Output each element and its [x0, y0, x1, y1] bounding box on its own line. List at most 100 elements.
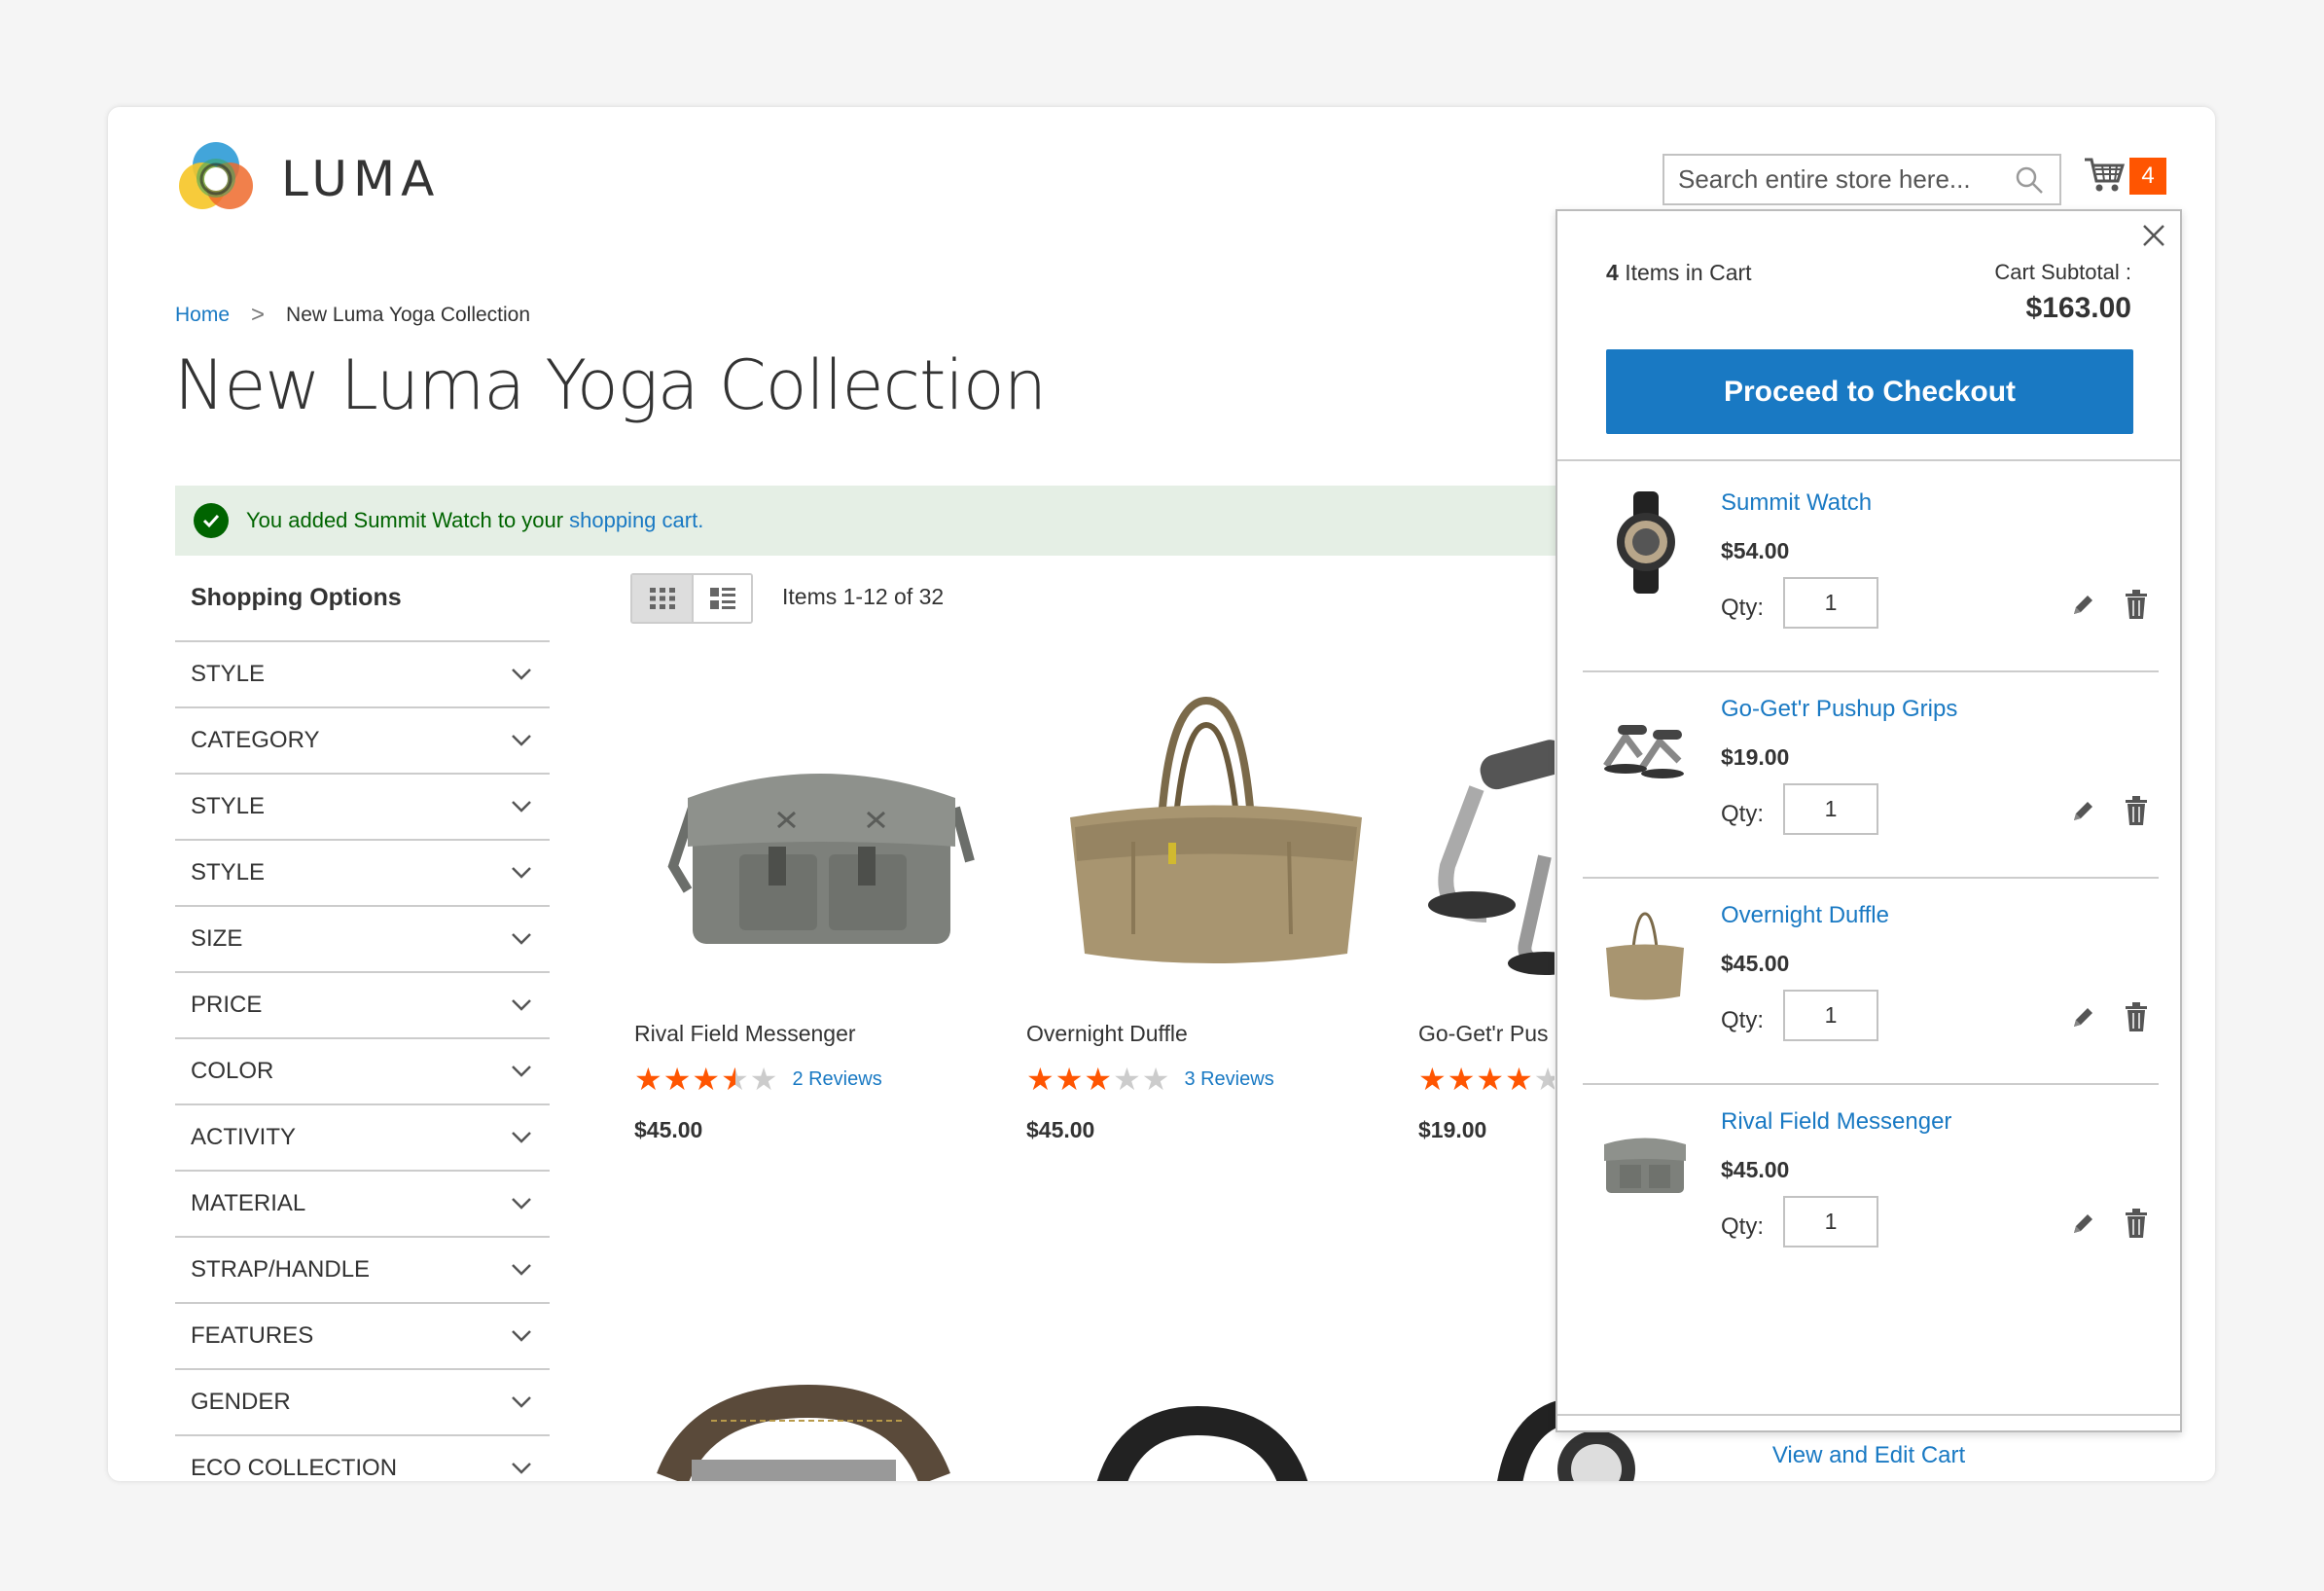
filter-activity[interactable]: ACTIVITY: [175, 1103, 550, 1170]
filter-style[interactable]: STYLE: [175, 640, 550, 706]
shopping-cart-link[interactable]: shopping cart.: [569, 508, 703, 533]
filter-label: SIZE: [191, 925, 243, 952]
filter-label: STRAP/HANDLE: [191, 1256, 371, 1283]
subtotal-value: $163.00: [2025, 292, 2131, 324]
trash-icon[interactable]: [2124, 795, 2149, 826]
chevron-down-icon: [512, 1132, 531, 1143]
message-text: You added Summit Watch to your: [246, 508, 564, 532]
filter-style[interactable]: STYLE: [175, 839, 550, 905]
qty-label: Qty:: [1721, 801, 1765, 827]
minicart-item: Rival Field Messenger $45.00 Qty:: [1583, 1083, 2159, 1291]
filter-category[interactable]: CATEGORY: [175, 706, 550, 773]
cart-count-badge[interactable]: 4: [2129, 158, 2166, 195]
product-name[interactable]: Go-Get'r Pus: [1418, 1021, 1555, 1047]
qty-input[interactable]: [1783, 1196, 1878, 1247]
minicart-item: Summit Watch $54.00 Qty:: [1583, 464, 2159, 672]
chevron-down-icon: [512, 801, 531, 813]
proceed-to-checkout-button[interactable]: Proceed to Checkout: [1606, 349, 2133, 434]
filter-label: CATEGORY: [191, 727, 320, 753]
product-rating: ★★★★★ 3 Reviews: [1026, 1061, 1396, 1098]
qty-input[interactable]: [1783, 577, 1878, 629]
filter-color[interactable]: COLOR: [175, 1037, 550, 1103]
filter-size[interactable]: SIZE: [175, 905, 550, 971]
close-icon[interactable]: [2141, 223, 2166, 248]
filter-material[interactable]: MATERIAL: [175, 1170, 550, 1236]
minicart-item: Overnight Duffle $45.00 Qty:: [1583, 877, 2159, 1085]
trash-icon[interactable]: [2124, 589, 2149, 620]
search-input[interactable]: [1678, 164, 2013, 195]
page-title: New Luma Yoga Collection: [174, 345, 1047, 425]
edit-pencil-icon[interactable]: [2069, 1211, 2096, 1238]
edit-pencil-icon[interactable]: [2069, 798, 2096, 825]
product-image-duffle-bag[interactable]: [1026, 671, 1396, 993]
product-card[interactable]: Overnight Duffle ★★★★★ 3 Reviews $45.00: [1026, 671, 1396, 1143]
trash-icon[interactable]: [2124, 1001, 2149, 1032]
edit-pencil-icon[interactable]: [2069, 592, 2096, 619]
page-card: LUMA 4 Home > New Luma Yoga Collection N…: [108, 107, 2215, 1481]
minicart-item: Go-Get'r Pushup Grips $19.00 Qty:: [1583, 670, 2159, 879]
product-price: $19.00: [1418, 1117, 1487, 1142]
minicart-item-price: $45.00: [1721, 951, 1790, 976]
minicart-item-price: $54.00: [1721, 538, 1790, 563]
success-message: You added Summit Watch to your shopping …: [175, 486, 1673, 556]
list-icon: [709, 588, 735, 609]
view-mode-switcher: [630, 573, 753, 624]
chevron-down-icon: [512, 1264, 531, 1276]
overnight-duffle-thumbnail[interactable]: [1596, 904, 1694, 1006]
minicart-item-price: $45.00: [1721, 1157, 1790, 1182]
qty-input[interactable]: [1783, 990, 1878, 1041]
filter-label: STYLE: [191, 793, 266, 819]
reviews-link[interactable]: 3 Reviews: [1184, 1068, 1273, 1091]
qty-label: Qty:: [1721, 595, 1765, 621]
qty-label: Qty:: [1721, 1213, 1765, 1240]
chevron-down-icon: [512, 1066, 531, 1077]
luma-logo-icon: [179, 142, 253, 209]
qty-input[interactable]: [1783, 783, 1878, 835]
chevron-down-icon: [512, 999, 531, 1011]
minicart-item-name[interactable]: Rival Field Messenger: [1721, 1108, 1951, 1136]
minicart-item-name[interactable]: Summit Watch: [1721, 489, 1872, 517]
search-box: [1663, 154, 2061, 205]
star-rating-icon: ★★★★★: [1418, 1062, 1555, 1097]
product-card[interactable]: Go-Get'r Pus ★★★★★ $19.00: [1418, 671, 1555, 1143]
filter-style[interactable]: STYLE: [175, 773, 550, 839]
minicart-item-name[interactable]: Overnight Duffle: [1721, 902, 1889, 929]
toolbar-amount: Items 1-12 of 32: [782, 584, 945, 609]
summit-watch-thumbnail[interactable]: [1596, 491, 1694, 594]
rival-messenger-thumbnail[interactable]: [1596, 1110, 1694, 1212]
breadcrumb-home[interactable]: Home: [175, 304, 230, 327]
edit-pencil-icon[interactable]: [2069, 1004, 2096, 1031]
product-image-messenger-bag[interactable]: [634, 671, 1004, 993]
chevron-down-icon: [512, 735, 531, 746]
filter-strap-handle[interactable]: STRAP/HANDLE: [175, 1236, 550, 1302]
pushup-grips-thumbnail[interactable]: [1596, 698, 1694, 800]
shopping-options-title: Shopping Options: [191, 584, 402, 611]
product-card[interactable]: Rival Field Messenger ★★★★★ 2 Reviews $4…: [634, 671, 1004, 1143]
qty-label: Qty:: [1721, 1007, 1765, 1033]
trash-icon[interactable]: [2124, 1208, 2149, 1239]
list-view-button[interactable]: [692, 575, 751, 622]
filter-label: PRICE: [191, 992, 263, 1018]
cart-icon[interactable]: [2083, 156, 2126, 195]
minicart-dropdown: 4 Items in Cart Cart Subtotal : $163.00 …: [1555, 209, 2182, 1468]
check-icon: [194, 503, 229, 538]
logo-text: LUMA: [281, 151, 441, 207]
chevron-down-icon: [512, 1198, 531, 1210]
product-name[interactable]: Overnight Duffle: [1026, 1021, 1396, 1047]
reviews-link[interactable]: 2 Reviews: [792, 1068, 881, 1091]
product-rating: ★★★★★: [1418, 1061, 1555, 1098]
product-name[interactable]: Rival Field Messenger: [634, 1021, 1004, 1047]
filter-price[interactable]: PRICE: [175, 971, 550, 1037]
filter-label: STYLE: [191, 859, 266, 886]
view-edit-cart-link[interactable]: View and Edit Cart: [1557, 1442, 2180, 1469]
grid-icon: [649, 588, 675, 609]
minicart-item-name[interactable]: Go-Get'r Pushup Grips: [1721, 696, 1957, 723]
grid-view-button[interactable]: [632, 575, 692, 622]
subtotal-label: Cart Subtotal :: [1994, 260, 2131, 284]
search-icon[interactable]: [2013, 163, 2046, 197]
product-image-pushup-grips[interactable]: [1418, 671, 1555, 993]
star-rating-icon: ★★★★★: [634, 1062, 779, 1097]
logo[interactable]: LUMA: [176, 139, 440, 219]
divider: [1557, 459, 2180, 461]
filter-label: FEATURES: [191, 1322, 314, 1349]
